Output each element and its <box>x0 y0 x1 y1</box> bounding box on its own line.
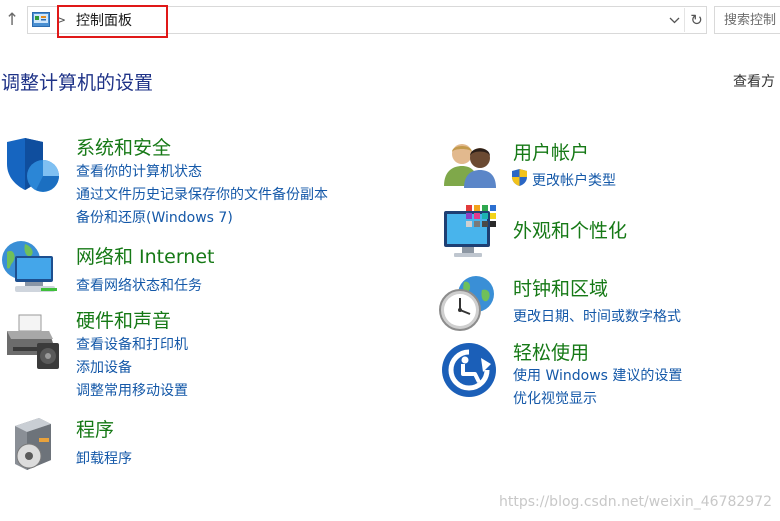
link-file-history[interactable]: 通过文件历史记录保存你的文件备份副本 <box>76 184 328 204</box>
view-by-label[interactable]: 查看方 <box>733 71 775 91</box>
category-ease-of-access[interactable]: 轻松使用 <box>513 338 589 365</box>
category-network-internet[interactable]: 网络和 Internet <box>76 242 214 269</box>
search-placeholder: 搜索控制 <box>724 13 777 28</box>
chevron-down-icon[interactable] <box>665 11 683 31</box>
link-devices-printers[interactable]: 查看设备和打印机 <box>76 334 188 354</box>
clock-globe-icon <box>439 276 494 331</box>
printer-icon <box>7 314 59 369</box>
category-system-security[interactable]: 系统和安全 <box>76 133 171 160</box>
link-backup-restore[interactable]: 备份和还原(Windows 7) <box>76 207 233 227</box>
navigation-bar: ↑ > 控制面板 ↻ 搜索控制 <box>0 0 780 40</box>
address-bar[interactable]: > 控制面板 ↻ <box>27 5 708 38</box>
category-programs[interactable]: 程序 <box>76 415 114 442</box>
ease-of-access-icon <box>442 343 496 397</box>
page-title: 调整计算机的设置 <box>1 72 154 94</box>
uac-shield-icon <box>512 169 527 186</box>
search-input[interactable]: 搜索控制 <box>714 6 780 34</box>
network-globe-icon <box>2 241 57 292</box>
link-change-account-type[interactable]: 更改帐户类型 <box>532 170 616 190</box>
programs-disc-icon <box>15 418 51 470</box>
category-hardware-sound[interactable]: 硬件和声音 <box>76 306 171 333</box>
category-clock-region[interactable]: 时钟和区域 <box>513 274 608 301</box>
category-user-accounts[interactable]: 用户帐户 <box>513 138 589 165</box>
refresh-icon[interactable]: ↻ <box>684 8 708 32</box>
link-add-device[interactable]: 添加设备 <box>76 357 132 377</box>
link-uninstall-program[interactable]: 卸载程序 <box>76 448 132 468</box>
control-panel-icon <box>32 12 50 27</box>
up-arrow-icon[interactable]: ↑ <box>2 9 22 31</box>
watermark-text: https://blog.csdn.net/weixin_46782972 <box>499 494 773 510</box>
category-appearance[interactable]: 外观和个性化 <box>513 216 627 243</box>
monitor-icon <box>444 205 496 257</box>
breadcrumb-control-panel[interactable]: 控制面板 <box>76 11 132 31</box>
link-network-status[interactable]: 查看网络状态和任务 <box>76 275 202 295</box>
link-optimize-visual-display[interactable]: 优化视觉显示 <box>513 388 597 408</box>
link-view-computer-status[interactable]: 查看你的计算机状态 <box>76 161 202 181</box>
link-windows-recommended-settings[interactable]: 使用 Windows 建议的设置 <box>513 365 682 385</box>
shield-icon <box>7 138 59 192</box>
users-icon <box>444 144 496 188</box>
link-change-date-time-format[interactable]: 更改日期、时间或数字格式 <box>513 306 681 326</box>
link-mobility-settings[interactable]: 调整常用移动设置 <box>76 380 188 400</box>
